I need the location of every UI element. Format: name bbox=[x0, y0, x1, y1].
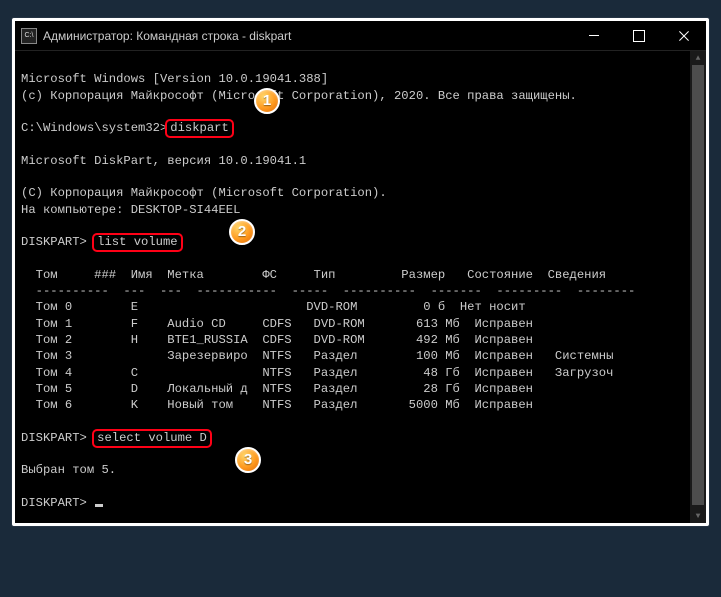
scroll-up-icon[interactable]: ▲ bbox=[690, 51, 706, 65]
close-button[interactable] bbox=[661, 21, 706, 50]
line-dpcopy: (C) Корпорация Майкрософт (Microsoft Cor… bbox=[21, 186, 387, 200]
cmd-listvolume-highlight: list volume bbox=[92, 233, 182, 252]
line-copyright: (c) Корпорация Майкрософт (Microsoft Cor… bbox=[21, 89, 577, 103]
minimize-button[interactable] bbox=[571, 21, 616, 50]
table-row: Том 4 C NTFS Раздел 48 Гб Исправен Загру… bbox=[21, 366, 613, 380]
table-row: Том 1 F Audio CD CDFS DVD-ROM 613 Мб Исп… bbox=[21, 317, 533, 331]
cmd-diskpart: diskpart bbox=[170, 121, 229, 135]
cmd-icon: C:\ bbox=[21, 28, 37, 44]
table-divider: ---------- --- --- ----------- ----- ---… bbox=[21, 284, 635, 298]
terminal-output[interactable]: Microsoft Windows [Version 10.0.19041.38… bbox=[15, 51, 706, 597]
maximize-button[interactable] bbox=[616, 21, 661, 50]
annotation-badge-1: 1 bbox=[254, 88, 280, 114]
window-title: Администратор: Командная строка - diskpa… bbox=[43, 29, 291, 43]
titlebar[interactable]: C:\ Администратор: Командная строка - di… bbox=[15, 21, 706, 51]
table-header: Том ### Имя Метка ФС Тип Размер Состояни… bbox=[21, 268, 606, 282]
cursor bbox=[95, 504, 103, 507]
annotation-badge-2: 2 bbox=[229, 219, 255, 245]
cmd-listvolume: list volume bbox=[97, 235, 177, 249]
cmd-diskpart-highlight: diskpart bbox=[165, 119, 234, 138]
prompt-3: DISKPART> bbox=[21, 431, 87, 445]
line-winver: Microsoft Windows [Version 10.0.19041.38… bbox=[21, 72, 328, 86]
prompt-1: C:\Windows\system32> bbox=[21, 121, 167, 135]
table-row: Том 3 Зарезервиро NTFS Раздел 100 Мб Исп… bbox=[21, 349, 613, 363]
cmd-selectvolume: select volume D bbox=[97, 431, 207, 445]
scroll-down-icon[interactable]: ▼ bbox=[690, 509, 706, 523]
table-row: Том 5 D Локальный д NTFS Раздел 28 Гб Ис… bbox=[21, 382, 533, 396]
table-row: Том 0 E DVD-ROM 0 б Нет носит bbox=[21, 300, 526, 314]
line-result: Выбран том 5. bbox=[21, 463, 116, 477]
table-row: Том 2 H BTE1_RUSSIA CDFS DVD-ROM 492 Мб … bbox=[21, 333, 533, 347]
scrollbar[interactable]: ▲ ▼ bbox=[690, 51, 706, 523]
line-dpver: Microsoft DiskPart, версия 10.0.19041.1 bbox=[21, 154, 306, 168]
window-controls bbox=[571, 21, 706, 50]
prompt-2: DISKPART> bbox=[21, 235, 87, 249]
annotation-badge-3: 3 bbox=[235, 447, 261, 473]
table-row: Том 6 K Новый том NTFS Раздел 5000 Мб Ис… bbox=[21, 398, 533, 412]
scrollbar-thumb[interactable] bbox=[692, 65, 704, 505]
prompt-final: DISKPART> bbox=[21, 496, 94, 510]
cmd-selectvolume-highlight: select volume D bbox=[92, 429, 212, 448]
cmd-window: C:\ Администратор: Командная строка - di… bbox=[12, 18, 709, 526]
line-dpcomputer: На компьютере: DESKTOP-SI44EEL bbox=[21, 203, 240, 217]
